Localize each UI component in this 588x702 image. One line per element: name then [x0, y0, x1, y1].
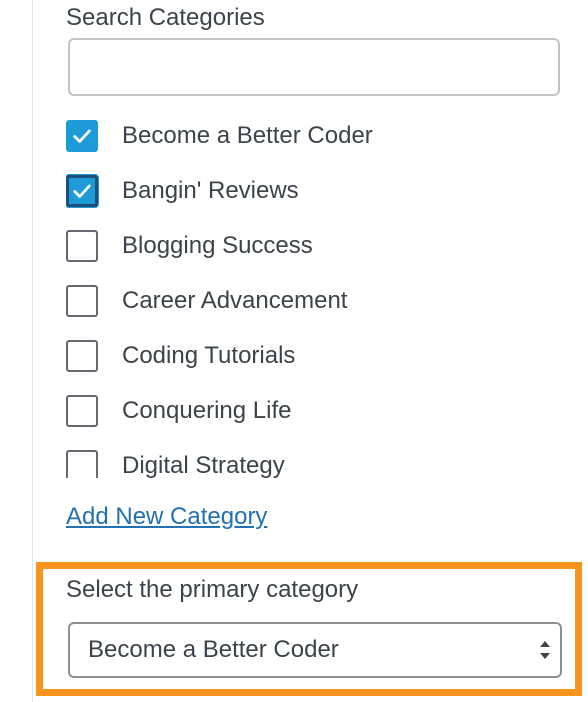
search-categories-input[interactable] — [68, 38, 560, 96]
category-checklist[interactable]: Become a Better Coder Bangin' Reviews Bl… — [66, 108, 566, 478]
category-item[interactable]: Become a Better Coder — [66, 108, 566, 163]
checkbox-checked[interactable] — [66, 119, 98, 152]
categories-panel: Search Categories Become a Better Coder … — [0, 0, 588, 702]
category-item[interactable]: Bangin' Reviews — [66, 163, 566, 218]
checkbox-unchecked[interactable] — [66, 449, 98, 478]
category-item[interactable]: Conquering Life — [66, 383, 566, 438]
checkbox-unchecked[interactable] — [66, 229, 98, 262]
select-arrows-icon — [540, 641, 550, 659]
category-label: Become a Better Coder — [122, 121, 373, 149]
category-item[interactable]: Blogging Success — [66, 218, 566, 273]
category-label: Blogging Success — [122, 231, 313, 259]
primary-category-select[interactable]: Become a Better Coder — [68, 622, 562, 678]
checkbox-unchecked[interactable] — [66, 284, 98, 317]
checkmark-icon — [73, 184, 91, 198]
checkmark-icon — [73, 129, 91, 143]
primary-category-selected-value: Become a Better Coder — [88, 636, 339, 663]
category-label: Coding Tutorials — [122, 341, 296, 369]
checkbox-unchecked[interactable] — [66, 394, 98, 427]
category-item[interactable]: Career Advancement — [66, 273, 566, 328]
primary-category-label: Select the primary category — [66, 576, 359, 603]
category-label: Conquering Life — [122, 396, 292, 424]
category-label: Bangin' Reviews — [122, 176, 299, 204]
add-new-category-link[interactable]: Add New Category — [66, 503, 267, 531]
panel-divider — [32, 0, 33, 702]
checkbox-checked[interactable] — [66, 174, 98, 207]
category-label: Career Advancement — [122, 286, 348, 314]
category-item[interactable]: Digital Strategy — [66, 438, 566, 478]
search-categories-label: Search Categories — [66, 4, 265, 31]
checkbox-unchecked[interactable] — [66, 339, 98, 372]
category-label: Digital Strategy — [122, 451, 285, 479]
category-item[interactable]: Coding Tutorials — [66, 328, 566, 383]
